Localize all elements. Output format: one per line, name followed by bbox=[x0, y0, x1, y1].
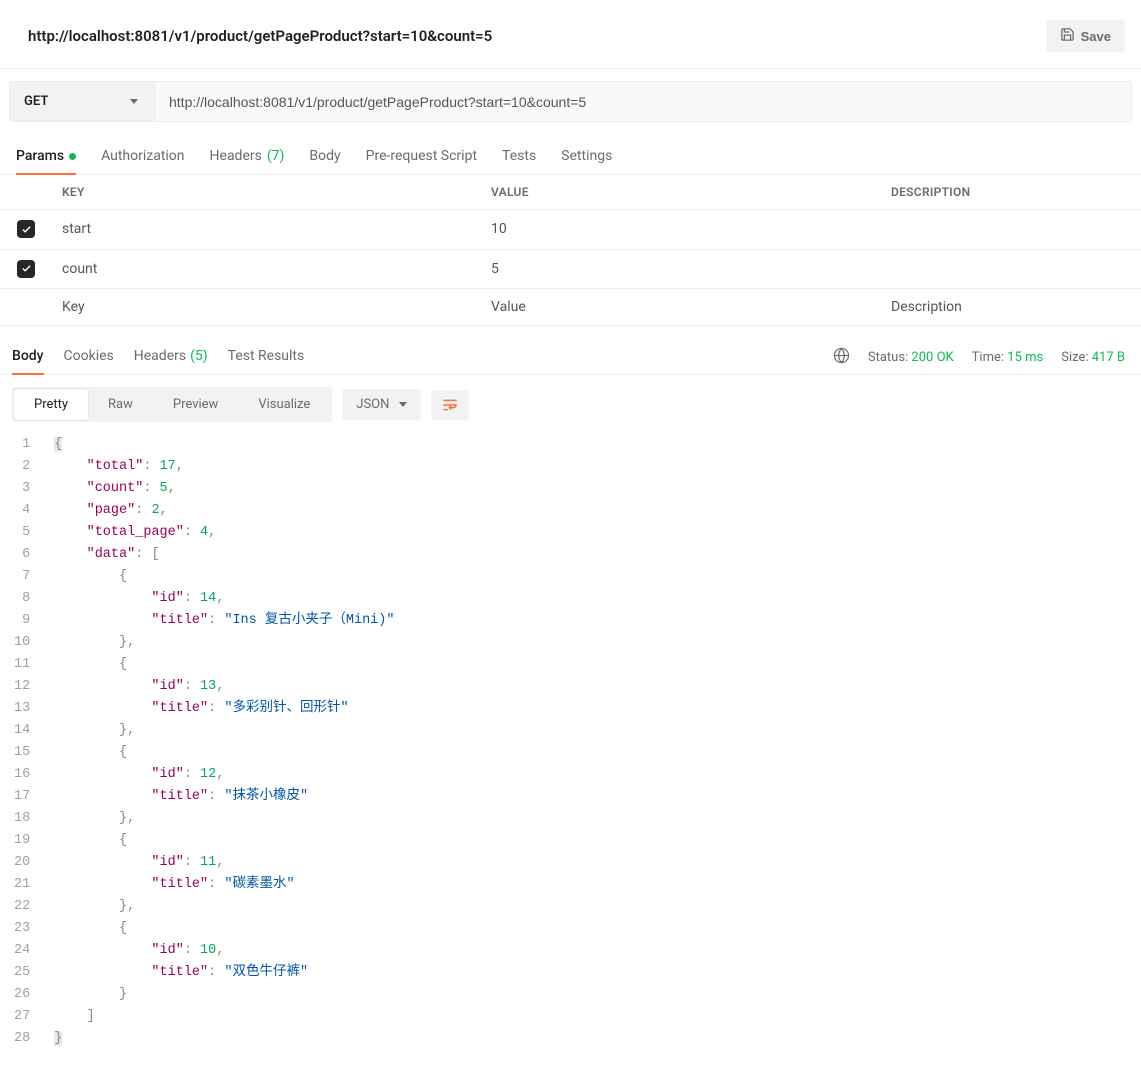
save-icon bbox=[1060, 27, 1075, 45]
param-key[interactable]: count bbox=[52, 249, 481, 289]
param-desc[interactable] bbox=[881, 210, 1141, 250]
view-visualize[interactable]: Visualize bbox=[238, 389, 330, 420]
tab-body[interactable]: Body bbox=[309, 140, 340, 174]
param-value[interactable]: 5 bbox=[481, 249, 881, 289]
param-value-placeholder[interactable]: Value bbox=[481, 289, 881, 326]
checkbox[interactable] bbox=[17, 260, 35, 278]
chevron-down-icon bbox=[399, 402, 407, 407]
resp-tab-body[interactable]: Body bbox=[12, 340, 44, 374]
save-button[interactable]: Save bbox=[1046, 20, 1125, 52]
col-value: VALUE bbox=[481, 175, 881, 210]
wrap-lines-button[interactable] bbox=[431, 390, 469, 420]
resp-tab-headers[interactable]: Headers (5) bbox=[134, 340, 208, 374]
url-input[interactable] bbox=[155, 82, 1131, 121]
status-value: 200 OK bbox=[911, 350, 953, 365]
params-indicator bbox=[69, 153, 76, 160]
view-pretty[interactable]: Pretty bbox=[14, 389, 88, 420]
col-key: KEY bbox=[52, 175, 481, 210]
col-description: DESCRIPTION bbox=[881, 175, 1141, 210]
table-row-new[interactable]: KeyValueDescription bbox=[0, 289, 1141, 326]
table-row[interactable]: start10 bbox=[0, 210, 1141, 250]
param-key-placeholder[interactable]: Key bbox=[52, 289, 481, 326]
param-desc-placeholder[interactable]: Description bbox=[881, 289, 1141, 326]
view-row: Pretty Raw Preview Visualize JSON bbox=[0, 375, 1141, 430]
tab-headers[interactable]: Headers (7) bbox=[210, 140, 285, 174]
response-header: Body Cookies Headers (5) Test Results St… bbox=[0, 340, 1141, 375]
view-tabs: Pretty Raw Preview Visualize bbox=[12, 387, 332, 422]
tab-params[interactable]: Params bbox=[16, 140, 76, 174]
view-raw[interactable]: Raw bbox=[88, 389, 153, 420]
params-table: KEY VALUE DESCRIPTION start10count5KeyVa… bbox=[0, 175, 1141, 326]
param-desc[interactable] bbox=[881, 249, 1141, 289]
resp-tab-cookies[interactable]: Cookies bbox=[64, 340, 114, 374]
chevron-down-icon bbox=[130, 99, 138, 104]
tab-tests[interactable]: Tests bbox=[502, 140, 536, 174]
format-select[interactable]: JSON bbox=[342, 389, 421, 420]
tab-authorization[interactable]: Authorization bbox=[101, 140, 184, 174]
request-title: http://localhost:8081/v1/product/getPage… bbox=[28, 27, 492, 45]
tab-prerequest[interactable]: Pre-request Script bbox=[366, 140, 477, 174]
save-label: Save bbox=[1081, 29, 1111, 44]
method-select[interactable]: GET bbox=[10, 82, 155, 121]
view-preview[interactable]: Preview bbox=[153, 389, 238, 420]
title-bar: http://localhost:8081/v1/product/getPage… bbox=[0, 0, 1141, 69]
network-icon[interactable] bbox=[833, 347, 850, 368]
table-row[interactable]: count5 bbox=[0, 249, 1141, 289]
method-label: GET bbox=[24, 94, 48, 109]
time-value: 15 ms bbox=[1007, 350, 1043, 365]
response-meta: Status: 200 OK Time: 15 ms Size: 417 B bbox=[833, 347, 1125, 368]
resp-tab-tests[interactable]: Test Results bbox=[228, 340, 305, 374]
response-json: 1234567891011121314151617181920212223242… bbox=[0, 430, 1141, 1054]
param-key[interactable]: start bbox=[52, 210, 481, 250]
request-row: GET bbox=[9, 81, 1132, 122]
tab-settings[interactable]: Settings bbox=[561, 140, 612, 174]
param-value[interactable]: 10 bbox=[481, 210, 881, 250]
request-tabs: Params Authorization Headers (7) Body Pr… bbox=[0, 140, 1141, 175]
size-value: 417 B bbox=[1092, 350, 1125, 365]
checkbox[interactable] bbox=[17, 220, 35, 238]
response-tabs: Body Cookies Headers (5) Test Results bbox=[12, 340, 304, 374]
